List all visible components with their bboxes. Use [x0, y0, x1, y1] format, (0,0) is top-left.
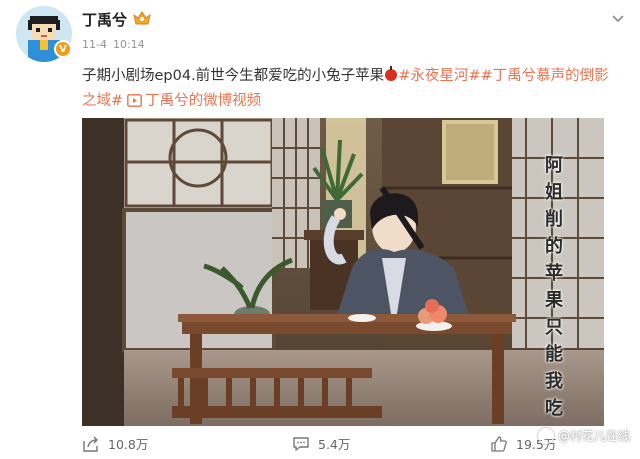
verified-icon: V	[54, 40, 72, 58]
topic-link[interactable]: #永夜星河#	[398, 68, 480, 84]
post-text: 子期小剧场ep04.前世今生都爱吃的小兔子苹果 #永夜星河##丁禹兮慕声的倒影之域…	[82, 64, 622, 114]
comment-icon	[293, 436, 309, 451]
like-icon	[491, 435, 507, 452]
video-link[interactable]: 丁禹兮的微博视频	[123, 93, 261, 109]
comment-button[interactable]: 5.4万	[292, 434, 350, 453]
video-link-label: 丁禹兮的微博视频	[145, 93, 262, 109]
post-time[interactable]: 10:14	[113, 38, 145, 51]
post-video[interactable]: 阿姐削的苹果只能我吃	[82, 118, 604, 426]
watermark: @村花儿在线	[537, 427, 630, 444]
video-icon	[127, 94, 143, 107]
chevron-down-icon[interactable]	[610, 10, 626, 26]
post-meta: 11-4 10:14	[82, 38, 145, 51]
watermark-logo-icon	[537, 427, 554, 444]
apple-emoji-icon	[385, 66, 398, 81]
post-text-body: 子期小剧场ep04.前世今生都爱吃的小兔子苹果	[82, 68, 385, 84]
video-caption: 阿姐削的苹果只能我吃	[545, 155, 563, 419]
share-icon	[83, 436, 98, 452]
share-button[interactable]: 10.8万	[82, 434, 148, 453]
post-date[interactable]: 11-4	[82, 38, 107, 51]
crown-badge-icon[interactable]	[132, 9, 152, 27]
video-frame	[82, 118, 604, 426]
watermark-text: @村花儿在线	[557, 429, 630, 443]
author-name[interactable]: 丁禹兮	[82, 9, 127, 30]
comment-count: 5.4万	[318, 437, 351, 452]
share-count: 10.8万	[108, 437, 149, 452]
